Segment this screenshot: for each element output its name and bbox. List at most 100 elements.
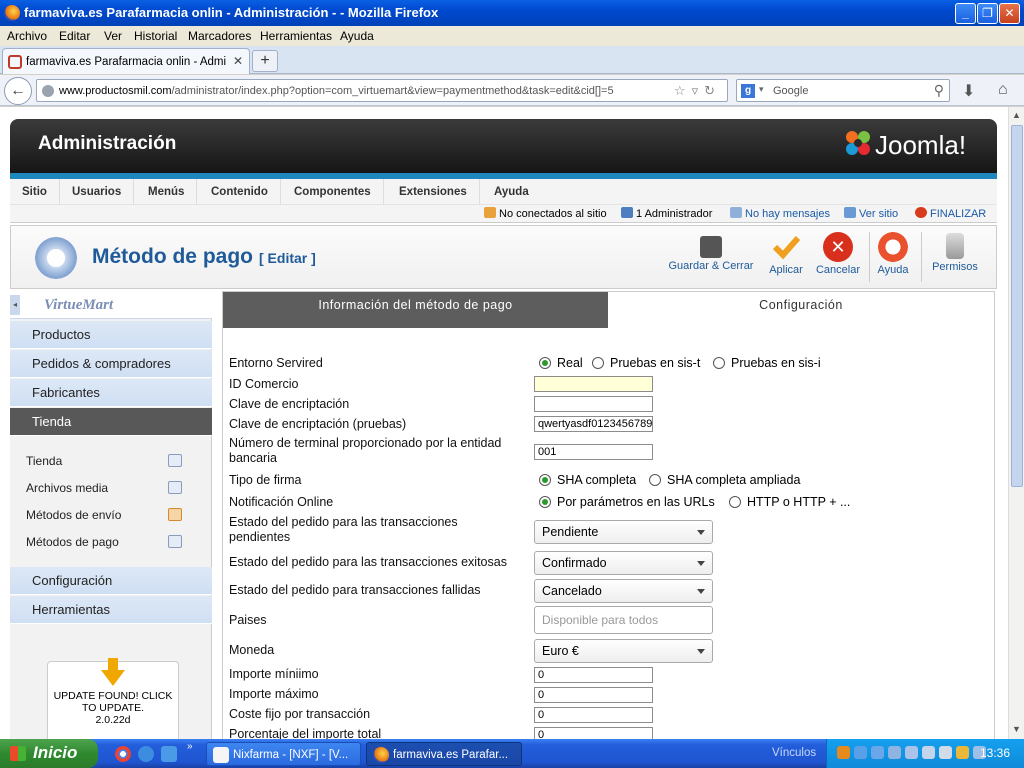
radio-real[interactable]: Real	[539, 356, 583, 370]
new-tab-button[interactable]: +	[252, 50, 278, 72]
menu-archivo[interactable]: Archivo	[7, 29, 47, 43]
importe-maximo-input[interactable]: 0	[534, 687, 653, 703]
scroll-down-icon[interactable]: ▼	[1012, 724, 1021, 734]
tray-icon[interactable]	[837, 746, 850, 759]
menu-ayuda[interactable]: Ayuda	[340, 29, 374, 43]
radio-pruebas-i[interactable]: Pruebas en sis-i	[713, 356, 821, 370]
sidebar-sub-tienda[interactable]: Tienda	[10, 448, 212, 474]
star-icon[interactable]: ☆	[674, 83, 692, 98]
reload-icon[interactable]: ↻	[704, 83, 721, 98]
sidebar-sub-metodos-pago[interactable]: Métodos de pago	[10, 529, 212, 555]
internet-explorer-icon[interactable]	[138, 746, 154, 762]
menu-herramientas[interactable]: Herramientas	[260, 29, 332, 43]
apply-button[interactable]: Aplicar	[765, 226, 807, 288]
volume-icon[interactable]	[905, 746, 918, 759]
taskbar-item-nixfarma[interactable]: Nixfarma - [NXF] - [V...	[206, 742, 361, 766]
search-bar[interactable]: g ▾ Google ⚲	[736, 79, 950, 102]
radio-pruebas-t[interactable]: Pruebas en sis-t	[592, 356, 700, 370]
view-site-link[interactable]: Ver sitio	[844, 207, 898, 220]
coste-fijo-input[interactable]: 0	[534, 707, 653, 723]
menu-componentes[interactable]: Componentes	[282, 179, 384, 205]
menu-editar[interactable]: Editar	[59, 29, 90, 43]
moneda-select[interactable]: Euro €	[534, 639, 713, 663]
clave-input[interactable]	[534, 396, 653, 412]
url-bar[interactable]: www.productosmil.com/administrator/index…	[36, 79, 728, 102]
collapse-sidebar-icon[interactable]: ◂	[10, 295, 20, 315]
menu-ver[interactable]: Ver	[104, 29, 122, 43]
payment-icon	[168, 535, 182, 548]
page-toolbar: Método de pago[ Editar ] Guardar & Cerra…	[10, 225, 997, 289]
google-icon[interactable]: g	[741, 84, 755, 98]
save-close-button[interactable]: Guardar & Cerrar	[663, 226, 759, 288]
estado-fallidas-select[interactable]: Cancelado	[534, 579, 713, 603]
search-engine-dropdown-icon[interactable]: ▾	[759, 84, 764, 95]
radio-http[interactable]: HTTP o HTTP + ...	[729, 495, 850, 509]
sidebar-item-fabricantes[interactable]: Fabricantes	[10, 379, 212, 407]
minimize-button[interactable]: _	[955, 3, 976, 24]
update-notice[interactable]: UPDATE FOUND! CLICK TO UPDATE. 2.0.22d	[47, 658, 179, 739]
tray-icon[interactable]	[956, 746, 969, 759]
radio-parametros-url[interactable]: Por parámetros en las URLs	[539, 495, 715, 509]
menu-usuarios[interactable]: Usuarios	[60, 179, 135, 205]
permissions-button[interactable]: Permisos	[927, 226, 983, 288]
page-scrollbar[interactable]: ▲ ▼	[1008, 107, 1024, 739]
id-comercio-input[interactable]	[534, 376, 653, 392]
tab-configuracion[interactable]: Configuración	[608, 292, 994, 328]
browser-tab[interactable]: farmaviva.es Parafarmacia onlin - Admini…	[2, 48, 250, 74]
taskbar-item-firefox[interactable]: farmaviva.es Parafar...	[366, 742, 522, 766]
radio-sha-completa[interactable]: SHA completa	[539, 473, 636, 487]
virtuemart-sidebar: ◂ VirtueMart Productos Pedidos & comprad…	[10, 291, 212, 739]
importe-minimo-input[interactable]: 0	[534, 667, 653, 683]
tab-informacion[interactable]: Información del método de pago	[223, 292, 608, 328]
clock[interactable]: 13:36	[980, 746, 1010, 760]
tray-icon[interactable]	[854, 746, 867, 759]
logout-link[interactable]: FINALIZAR	[915, 207, 986, 220]
estado-pendiente-select[interactable]: Pendiente	[534, 520, 713, 544]
start-button[interactable]: Inicio	[0, 739, 98, 768]
chrome-icon[interactable]	[115, 746, 131, 762]
tab-close-icon[interactable]: ✕	[233, 54, 243, 68]
links-toolbar[interactable]: Vínculos	[772, 747, 816, 759]
menu-sitio[interactable]: Sitio	[10, 179, 60, 205]
cancel-button[interactable]: ✕ Cancelar	[813, 226, 863, 288]
sidebar-item-pedidos[interactable]: Pedidos & compradores	[10, 350, 212, 378]
sidebar-item-productos[interactable]: Productos	[10, 321, 212, 349]
clave-pruebas-input[interactable]: qwertyasdf0123456789	[534, 416, 653, 432]
search-tray-icon[interactable]	[888, 746, 901, 759]
status-messages[interactable]: No hay mensajes	[730, 207, 830, 220]
desktop-icon[interactable]	[161, 746, 177, 762]
sidebar-sub-archivos-media[interactable]: Archivos media	[10, 475, 212, 501]
estado-exitosas-select[interactable]: Confirmado	[534, 551, 713, 575]
back-button[interactable]: ←	[4, 77, 32, 105]
radio-sha-ampliada[interactable]: SHA completa ampliada	[649, 473, 800, 487]
network-icon[interactable]	[939, 746, 952, 759]
sidebar-item-tienda[interactable]: Tienda	[10, 408, 212, 436]
tray-icon[interactable]	[871, 746, 884, 759]
users-icon	[484, 207, 496, 218]
tray-icon[interactable]	[922, 746, 935, 759]
sidebar-sub-metodos-envio[interactable]: Métodos de envío	[10, 502, 212, 528]
menu-menus[interactable]: Menús	[136, 179, 198, 205]
search-icon[interactable]: ⚲	[934, 82, 944, 99]
sidebar-item-herramientas[interactable]: Herramientas	[10, 596, 212, 624]
home-icon[interactable]: ⌂	[998, 81, 1008, 99]
download-icon[interactable]: ⬇	[962, 81, 975, 101]
scroll-thumb[interactable]	[1011, 125, 1023, 487]
menu-historial[interactable]: Historial	[134, 29, 177, 43]
terminal-input[interactable]: 001	[534, 444, 653, 460]
menu-extensiones[interactable]: Extensiones	[387, 179, 480, 205]
close-window-button[interactable]: ✕	[999, 3, 1020, 24]
porcentaje-input[interactable]: 0	[534, 727, 653, 739]
scroll-up-icon[interactable]: ▲	[1012, 110, 1021, 120]
quicklaunch-overflow-icon[interactable]: »	[187, 741, 193, 752]
menu-ayuda-joomla[interactable]: Ayuda	[482, 179, 541, 205]
menu-contenido[interactable]: Contenido	[199, 179, 281, 205]
help-button[interactable]: Ayuda	[873, 226, 913, 288]
update-line-1: UPDATE FOUND! CLICK	[53, 690, 173, 702]
menu-marcadores[interactable]: Marcadores	[188, 29, 251, 43]
dropdown-arrow-icon[interactable]: ▿	[692, 83, 705, 98]
maximize-button[interactable]: ❐	[977, 3, 998, 24]
sidebar-item-configuracion[interactable]: Configuración	[10, 567, 212, 595]
firefox-icon	[4, 5, 20, 21]
paises-multiselect[interactable]: Disponible para todos	[534, 606, 713, 634]
